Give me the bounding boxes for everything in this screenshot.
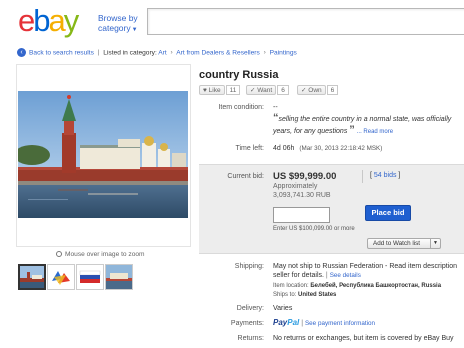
read-more-link[interactable]: ... Read more — [357, 129, 393, 135]
browse-line2: category — [98, 23, 131, 33]
current-bid-label: Current bid: — [227, 173, 264, 180]
time-left-label: Time left: — [235, 145, 264, 152]
want-control[interactable]: ✓ Want 6 — [246, 85, 289, 95]
payments-label: Payments: — [230, 320, 264, 327]
ships-to-value: United States — [298, 292, 337, 298]
browse-line1: Browse by — [98, 13, 138, 23]
time-left-end: (Mar 30, 2013 22:18:42 MSK) — [299, 145, 383, 152]
ships-to-label: Ships to: — [273, 292, 297, 298]
logo-letter-a: a — [48, 3, 66, 38]
read-more-label: Read more — [363, 129, 394, 135]
logo-letter-b: b — [33, 3, 50, 38]
add-to-watch-list-button[interactable]: Add to Watch list ▼ — [367, 238, 441, 249]
logo-letter-e: e — [18, 3, 35, 38]
returns-value: No returns or exchanges, but item is cov… — [273, 335, 454, 342]
shipping-label: Shipping: — [234, 263, 264, 270]
like-count: 11 — [225, 85, 241, 95]
paypal-logo-part-a: Pay — [273, 318, 288, 327]
breadcrumb-divider: | — [97, 49, 100, 57]
own-button[interactable]: ✓ Own — [297, 85, 326, 95]
bid-amount-input[interactable] — [273, 207, 330, 223]
main-item-photo[interactable] — [18, 91, 188, 218]
delivery-label: Delivery: — [236, 305, 264, 312]
breadcrumb-chevron-icon: › — [263, 49, 266, 57]
condition-quote: “selling the entire country in a normal … — [273, 113, 464, 138]
condition-label: Item condition: — [218, 104, 264, 111]
like-control[interactable]: ♥ Like 11 — [199, 85, 241, 95]
back-to-search-link[interactable]: Back to search results — [29, 49, 94, 56]
magnifier-icon — [56, 251, 62, 257]
search-input[interactable] — [147, 8, 464, 35]
breadcrumb: ‹ Back to search results | Listed in cate… — [17, 48, 464, 60]
see-details-link[interactable]: See details — [330, 272, 361, 279]
paypal-logo-part-b: Pal — [287, 318, 300, 327]
breadcrumb-chevron-icon: › — [170, 49, 173, 57]
thumbnail-3[interactable] — [76, 264, 104, 290]
quote-line1: selling the entire country in a normal s… — [278, 116, 452, 123]
zoom-hint-text: Mouse over image to zoom — [65, 251, 145, 258]
payments-value: PayPal | See payment information — [273, 318, 375, 327]
own-count: 6 — [326, 85, 339, 95]
condition-value: -- — [273, 104, 278, 111]
min-bid-note: Enter US $100,099.00 or more — [273, 226, 355, 232]
shipping-line1: May not ship to Russian Federation - Rea… — [273, 263, 458, 270]
logo-letter-y: y — [63, 3, 79, 38]
shipping-line2: seller for details. | See details — [273, 272, 361, 279]
breadcrumb-item-art-dealers[interactable]: Art from Dealers & Resellers — [176, 49, 260, 56]
bids-divider — [362, 170, 363, 183]
place-bid-button[interactable]: Place bid — [365, 205, 411, 221]
approx-label: Approximately — [273, 183, 318, 190]
shipping-line2-text: seller for details. — [273, 272, 324, 279]
thumbnail-2[interactable] — [47, 264, 75, 290]
approx-value: 3,093,741.30 RUB — [273, 192, 331, 199]
like-label: Like — [208, 87, 221, 94]
item-title: country Russia — [199, 69, 279, 81]
ebay-logo[interactable]: ebay — [18, 3, 79, 39]
ships-to: Ships to: United States — [273, 292, 336, 298]
chevron-down-icon: ▼ — [131, 27, 138, 33]
like-button[interactable]: ♥ Like — [199, 85, 225, 95]
zoom-hint: Mouse over image to zoom — [56, 251, 145, 258]
delivery-value: Varies — [273, 305, 293, 312]
approx-price: Approximately 3,093,741.30 RUB — [273, 182, 331, 200]
listed-in-label: Listed in category: — [103, 49, 157, 57]
paypal-logo: PayPal — [273, 318, 299, 327]
returns-label: Returns: — [237, 335, 264, 342]
header: ebay Browse by category▼ — [0, 0, 464, 42]
current-bid-price: US $99,999.00 — [273, 171, 337, 182]
own-label: Own — [308, 87, 322, 94]
browse-by-category-button[interactable]: Browse by category▼ — [98, 13, 144, 35]
time-left-value: 4d 06h (Mar 30, 2013 22:18:42 MSK) — [273, 145, 382, 152]
breadcrumb-item-paintings[interactable]: Paintings — [270, 49, 297, 56]
want-button[interactable]: ✓ Want — [246, 85, 277, 95]
breadcrumb-item-art[interactable]: Art — [158, 49, 166, 56]
payment-info-link[interactable]: See payment information — [305, 320, 375, 327]
bid-history-link[interactable]: 54 bids — [374, 172, 397, 179]
watch-list-label: Add to Watch list — [373, 240, 421, 247]
bid-count: [ 54 bids ] — [370, 172, 401, 179]
back-arrow-icon[interactable]: ‹ — [17, 48, 26, 57]
quote-line2: years, for any questions — [273, 128, 348, 135]
thumbnail-1[interactable] — [18, 264, 46, 290]
thumbnail-4[interactable] — [105, 264, 133, 290]
own-control[interactable]: ✓ Own 6 — [297, 85, 339, 95]
chevron-down-icon[interactable]: ▼ — [430, 239, 440, 248]
item-location: Item location: Белебей, Республика Башко… — [273, 283, 441, 289]
close-quote-icon: ” — [349, 124, 355, 136]
item-location-label: Item location: — [273, 283, 309, 289]
want-label: Want — [257, 87, 273, 94]
item-location-value: Белебей, Республика Башкортостан, Russia — [310, 283, 442, 289]
time-left-duration: 4d 06h — [273, 145, 295, 152]
want-count: 6 — [277, 85, 289, 95]
